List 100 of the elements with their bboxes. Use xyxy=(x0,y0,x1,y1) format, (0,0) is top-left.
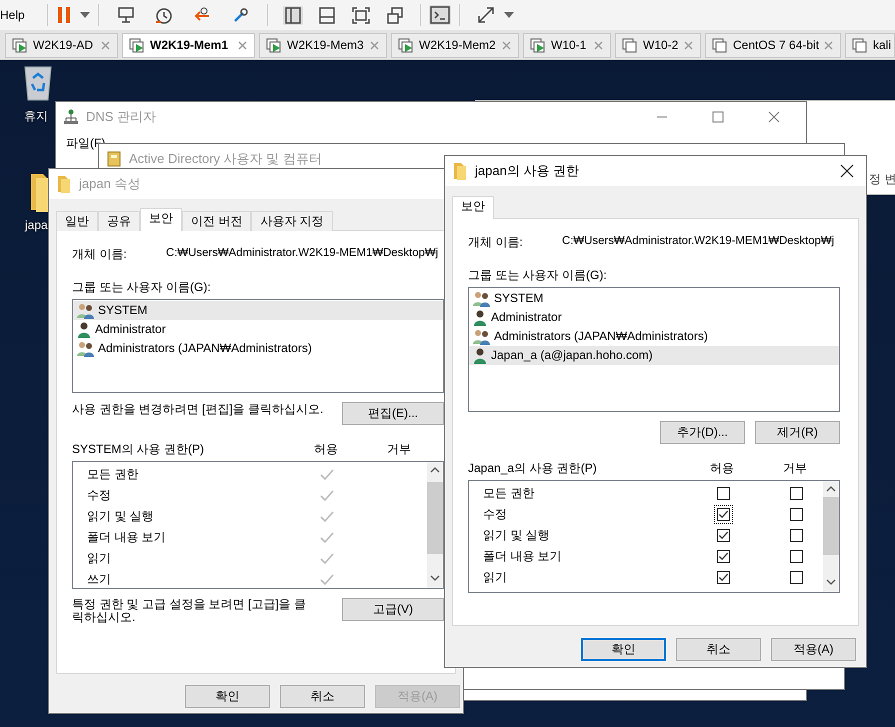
sidebar-layout-icon[interactable] xyxy=(282,6,303,24)
window-title: Active Directory 사용자 및 컴퓨터 xyxy=(129,151,322,167)
checkmark-icon xyxy=(718,509,728,520)
checkmark-icon xyxy=(718,530,728,541)
vm-tab[interactable]: W2K19-Mem3 xyxy=(259,33,387,58)
group-icon xyxy=(77,302,94,318)
advanced-button[interactable]: 고급(V) xyxy=(342,598,444,621)
permission-name: 모든 권한 xyxy=(482,486,536,501)
edit-button[interactable]: 편집(E)... xyxy=(342,402,444,425)
permission-name: 읽기 xyxy=(86,551,112,566)
console-icon[interactable] xyxy=(428,5,451,25)
window-text: 정 변 xyxy=(869,172,895,186)
list-item[interactable]: SYSTEM xyxy=(73,301,443,320)
list-item[interactable]: Administrators (JAPAN₩Administrators) xyxy=(469,327,839,346)
group-icon xyxy=(473,290,490,306)
icon-label: 휴지 xyxy=(24,109,48,124)
ok-button[interactable]: 확인 xyxy=(185,685,270,708)
vm-running-icon xyxy=(398,38,413,53)
tab[interactable]: 이전 버전 xyxy=(182,211,252,231)
list-item[interactable]: Administrator xyxy=(73,320,443,339)
hint-text: 특정 권한 및 고급 설정을 보려면 [고급]을 클릭하십시오. xyxy=(72,598,308,624)
tab[interactable]: 보안 xyxy=(452,196,494,219)
windows-icon[interactable] xyxy=(384,6,405,24)
permission-name: 읽기 xyxy=(482,570,508,585)
vm-tab[interactable]: CentOS 7 64-bit xyxy=(705,33,841,58)
permission-name: 수정 xyxy=(86,488,112,503)
field-label: 그룹 또는 사용자 이름(G): xyxy=(72,279,212,295)
permission-name: 폴더 내용 보기 xyxy=(482,549,563,564)
vm-tab[interactable]: W10-1 xyxy=(523,33,611,58)
close-icon[interactable] xyxy=(840,164,854,178)
cancel-button[interactable]: 취소 xyxy=(280,685,365,708)
vm-running-icon xyxy=(12,38,27,53)
field-label: 개체 이름: xyxy=(468,234,524,250)
list-item[interactable]: Administrators (JAPAN₩Administrators) xyxy=(73,339,443,358)
field-label: Japan_a의 사용 권한(P) xyxy=(468,460,598,476)
vm-icon xyxy=(712,38,727,53)
apply-button[interactable]: 적용(A) xyxy=(771,638,856,661)
column-header: 거부 xyxy=(386,442,412,456)
user-icon xyxy=(77,322,91,338)
tab[interactable]: 공유 xyxy=(98,211,140,231)
vm-tab[interactable]: W2K19-Mem2 xyxy=(391,33,519,58)
column-header: 허용 xyxy=(709,460,735,476)
list-item[interactable]: SYSTEM xyxy=(469,289,839,308)
fullscreen-icon[interactable] xyxy=(476,5,496,25)
pause-icon[interactable] xyxy=(56,6,72,24)
hint-text: 사용 권한을 변경하려면 [편집]을 클릭하십시오. xyxy=(72,402,324,418)
user-icon xyxy=(473,310,487,326)
vm-running-icon xyxy=(530,38,545,53)
vm-tab[interactable]: W2K19-Mem1 xyxy=(122,33,255,58)
permission-name: 쓰기 xyxy=(86,572,112,587)
vm-tab[interactable]: W10-2 xyxy=(615,33,701,58)
computer-icon[interactable] xyxy=(116,6,136,24)
window-title: japan 속성 xyxy=(79,176,140,192)
menu-item[interactable]: Help xyxy=(0,8,25,22)
folder-icon xyxy=(57,175,71,193)
folder-icon xyxy=(453,162,467,180)
path-text: C:₩Users₩Administrator.W2K19-MEM1₩Desktop₩j xyxy=(166,247,438,261)
vm-tab[interactable]: W2K19-AD xyxy=(5,33,118,58)
cancel-button[interactable]: 취소 xyxy=(676,638,761,661)
scrollbar[interactable] xyxy=(427,462,443,588)
window-title: DNS 관리자 xyxy=(86,109,156,125)
vm-tab[interactable]: kali xyxy=(845,33,895,58)
permission-name: 수정 xyxy=(482,507,508,522)
caret-icon[interactable] xyxy=(504,12,514,18)
field-label: 개체 이름: xyxy=(72,246,128,262)
clock-icon[interactable] xyxy=(154,6,174,24)
tab[interactable]: 사용자 지정 xyxy=(251,211,333,231)
maximize-icon[interactable] xyxy=(711,111,725,123)
tab[interactable]: 일반 xyxy=(56,211,98,231)
list-item[interactable]: Japan_a (a@japan.hoho.com) xyxy=(469,346,839,365)
icon-label: japa xyxy=(25,218,48,232)
group-icon xyxy=(77,340,94,356)
book-icon xyxy=(107,151,121,167)
network-icon xyxy=(64,109,78,125)
checkmark-icon xyxy=(718,572,728,583)
permission-name: 읽기 및 실행 xyxy=(482,528,551,543)
field-label: SYSTEM의 사용 권한(P) xyxy=(72,442,206,456)
column-header: 거부 xyxy=(782,460,808,476)
column-header: 허용 xyxy=(313,442,339,456)
permission-name: 폴더 내용 보기 xyxy=(86,530,167,545)
fit-window-icon[interactable] xyxy=(350,6,371,24)
field-label: 그룹 또는 사용자 이름(G): xyxy=(468,267,608,283)
scrollbar[interactable] xyxy=(823,481,839,592)
window-title: japan의 사용 권한 xyxy=(475,163,580,179)
caret-icon[interactable] xyxy=(80,12,90,18)
list-item[interactable]: Administrator xyxy=(469,308,839,327)
group-icon xyxy=(473,328,490,344)
remove-button[interactable]: 제거(R) xyxy=(755,421,840,444)
path-text: C:₩Users₩Administrator.W2K19-MEM1₩Desktop₩j xyxy=(562,235,834,249)
ok-button[interactable]: 확인 xyxy=(581,638,666,661)
vm-icon xyxy=(852,38,867,53)
add-button[interactable]: 추가(D)... xyxy=(660,421,745,444)
user-icon xyxy=(473,348,487,364)
permission-name: 모든 권한 xyxy=(86,467,140,482)
checkmark-icon xyxy=(718,551,728,562)
tab[interactable]: 보안 xyxy=(140,208,182,231)
panel-layout-icon[interactable] xyxy=(316,6,337,24)
checkbox[interactable] xyxy=(714,505,732,524)
permission-name: 읽기 및 실행 xyxy=(86,509,155,524)
vm-running-icon xyxy=(129,38,144,53)
